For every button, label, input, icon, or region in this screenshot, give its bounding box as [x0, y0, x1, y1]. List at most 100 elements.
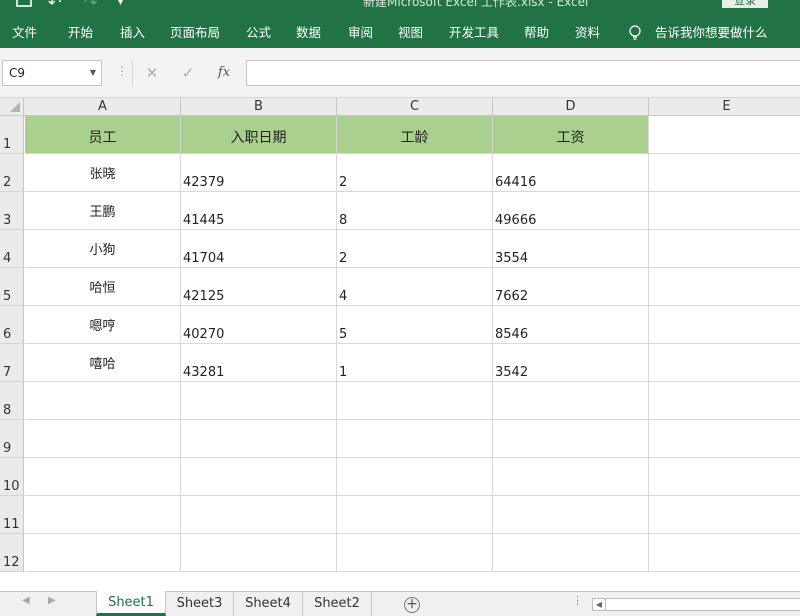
- cell-d12[interactable]: [493, 534, 649, 572]
- row-header-8[interactable]: 8: [0, 382, 24, 420]
- tab-developer[interactable]: 开发工具: [449, 18, 499, 48]
- cell-e8[interactable]: [649, 382, 800, 420]
- row-header-7[interactable]: 7: [0, 344, 24, 382]
- cell-d9[interactable]: [493, 420, 649, 458]
- cell-b2[interactable]: 42379: [181, 154, 337, 192]
- cell-b10[interactable]: [181, 458, 337, 496]
- undo-icon[interactable]: ↶: [48, 0, 61, 12]
- formula-bar-grip-icon[interactable]: ⋮: [116, 64, 128, 78]
- row-header-2[interactable]: 2: [0, 154, 24, 192]
- cancel-icon[interactable]: ✕: [134, 60, 170, 86]
- cell-d7[interactable]: 3542: [493, 344, 649, 382]
- name-box-dropdown-icon[interactable]: ▼: [90, 61, 96, 85]
- cell-d6[interactable]: 8546: [493, 306, 649, 344]
- login-button[interactable]: 登录: [722, 0, 768, 8]
- cell-b5[interactable]: 42125: [181, 268, 337, 306]
- tab-resources[interactable]: 资料: [575, 18, 600, 48]
- cell-a11[interactable]: [25, 496, 181, 534]
- cell-c10[interactable]: [337, 458, 493, 496]
- cell-d11[interactable]: [493, 496, 649, 534]
- row-header-10[interactable]: 10: [0, 458, 24, 496]
- cell-d1[interactable]: 工资: [493, 116, 649, 154]
- cell-b1[interactable]: 入职日期: [181, 116, 337, 154]
- cell-e7[interactable]: [649, 344, 800, 382]
- tab-review[interactable]: 审阅: [348, 18, 373, 48]
- cell-c2[interactable]: 2: [337, 154, 493, 192]
- cell-b6[interactable]: 40270: [181, 306, 337, 344]
- cell-a2[interactable]: 张晓: [25, 154, 181, 192]
- cell-c3[interactable]: 8: [337, 192, 493, 230]
- column-header-d[interactable]: D: [493, 98, 649, 115]
- cell-b9[interactable]: [181, 420, 337, 458]
- cell-d8[interactable]: [493, 382, 649, 420]
- tab-insert[interactable]: 插入: [120, 18, 145, 48]
- cell-e3[interactable]: [649, 192, 800, 230]
- cell-c4[interactable]: 2: [337, 230, 493, 268]
- row-header-1[interactable]: 1: [0, 116, 24, 154]
- cell-b12[interactable]: [181, 534, 337, 572]
- cell-e2[interactable]: [649, 154, 800, 192]
- formula-input[interactable]: [246, 60, 800, 86]
- row-header-3[interactable]: 3: [0, 192, 24, 230]
- cell-a9[interactable]: [25, 420, 181, 458]
- cell-a8[interactable]: [25, 382, 181, 420]
- cell-c9[interactable]: [337, 420, 493, 458]
- add-sheet-icon[interactable]: +: [404, 597, 420, 613]
- next-sheet-icon[interactable]: ▶: [48, 595, 56, 606]
- cell-b8[interactable]: [181, 382, 337, 420]
- cell-e10[interactable]: [649, 458, 800, 496]
- cell-a7[interactable]: 嘻哈: [25, 344, 181, 382]
- row-header-9[interactable]: 9: [0, 420, 24, 458]
- cell-a10[interactable]: [25, 458, 181, 496]
- redo-icon[interactable]: ↷: [84, 0, 97, 12]
- column-header-a[interactable]: A: [25, 98, 181, 115]
- cell-e4[interactable]: [649, 230, 800, 268]
- cell-e9[interactable]: [649, 420, 800, 458]
- cell-c7[interactable]: 1: [337, 344, 493, 382]
- row-header-11[interactable]: 11: [0, 496, 24, 534]
- cell-c11[interactable]: [337, 496, 493, 534]
- cell-d2[interactable]: 64416: [493, 154, 649, 192]
- cell-c1[interactable]: 工龄: [337, 116, 493, 154]
- insert-function-icon[interactable]: fx: [206, 60, 242, 86]
- tab-formulas[interactable]: 公式: [246, 18, 271, 48]
- cell-a1[interactable]: 员工: [25, 116, 181, 154]
- tell-me-search[interactable]: 告诉我你想要做什么: [655, 18, 768, 48]
- horizontal-scrollbar[interactable]: [606, 598, 800, 611]
- cell-e12[interactable]: [649, 534, 800, 572]
- cell-e1[interactable]: [649, 116, 800, 154]
- cell-d5[interactable]: 7662: [493, 268, 649, 306]
- tab-page-layout[interactable]: 页面布局: [170, 18, 220, 48]
- cell-a12[interactable]: [25, 534, 181, 572]
- tab-home[interactable]: 开始: [68, 18, 93, 48]
- customize-qat-icon[interactable]: ▾: [118, 0, 123, 12]
- tab-help[interactable]: 帮助: [524, 18, 549, 48]
- cell-c8[interactable]: [337, 382, 493, 420]
- sheet-tab-sheet2[interactable]: Sheet2: [303, 592, 372, 616]
- cell-a5[interactable]: 哈恒: [25, 268, 181, 306]
- prev-sheet-icon[interactable]: ◀: [22, 595, 30, 606]
- tab-file[interactable]: 文件: [12, 18, 37, 48]
- sheet-tab-sheet1[interactable]: Sheet1: [96, 591, 166, 616]
- tab-view[interactable]: 视图: [398, 18, 423, 48]
- enter-icon[interactable]: ✓: [170, 60, 206, 86]
- cell-e5[interactable]: [649, 268, 800, 306]
- row-header-4[interactable]: 4: [0, 230, 24, 268]
- cell-a3[interactable]: 王鹏: [25, 192, 181, 230]
- save-icon[interactable]: [16, 0, 32, 12]
- cell-c5[interactable]: 4: [337, 268, 493, 306]
- name-box[interactable]: C9 ▼: [2, 60, 102, 86]
- scroll-left-icon[interactable]: ◀: [592, 598, 606, 611]
- cell-c12[interactable]: [337, 534, 493, 572]
- cell-a6[interactable]: 嗯哼: [25, 306, 181, 344]
- row-header-12[interactable]: 12: [0, 534, 24, 572]
- sheet-tab-sheet4[interactable]: Sheet4: [234, 592, 303, 616]
- cell-e11[interactable]: [649, 496, 800, 534]
- cell-a4[interactable]: 小狗: [25, 230, 181, 268]
- cell-b11[interactable]: [181, 496, 337, 534]
- cell-d4[interactable]: 3554: [493, 230, 649, 268]
- cell-b7[interactable]: 43281: [181, 344, 337, 382]
- column-header-e[interactable]: E: [649, 98, 800, 115]
- cell-b4[interactable]: 41704: [181, 230, 337, 268]
- cell-c6[interactable]: 5: [337, 306, 493, 344]
